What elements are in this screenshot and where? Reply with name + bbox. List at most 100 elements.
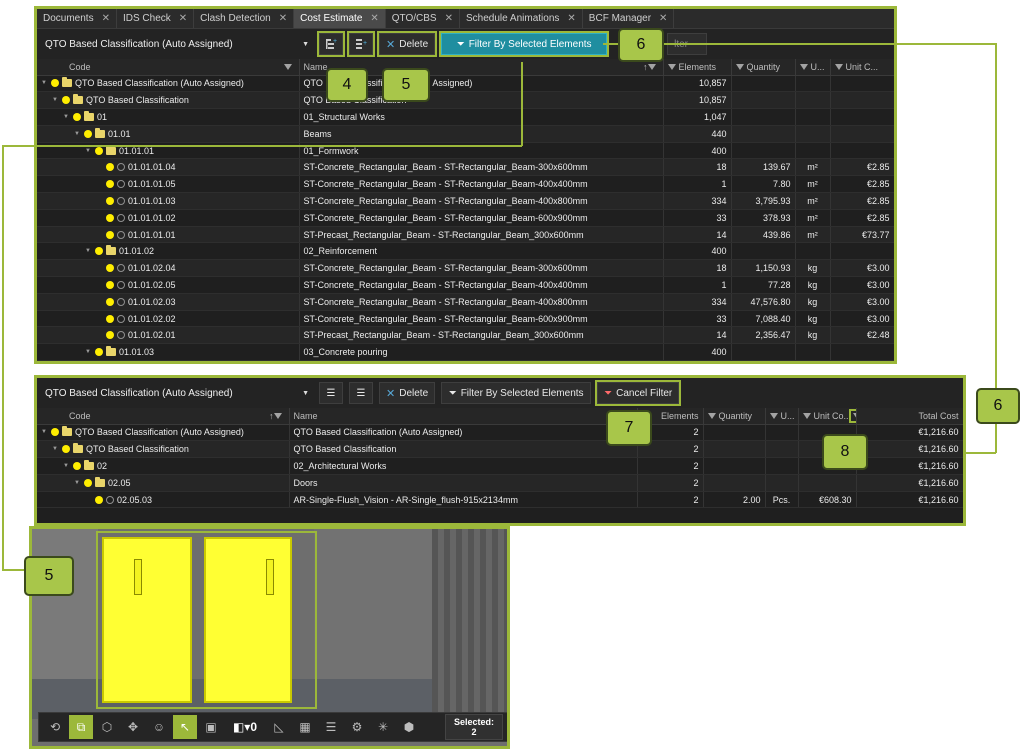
table-row[interactable]: ▼ 01.01.02 02_Reinforcement 400 xyxy=(37,242,894,261)
tab-label: Clash Detection xyxy=(200,13,271,24)
tab-cost-estimate[interactable]: Cost Estimate ✕ xyxy=(294,9,386,28)
table-row[interactable]: 01.01.02.04 ST-Concrete_Rectangular_Beam … xyxy=(37,259,894,278)
expand-chevron-icon[interactable]: ▼ xyxy=(41,429,48,435)
total-cost-filter-icon[interactable] xyxy=(849,408,855,423)
expand-chevron-icon[interactable]: ▼ xyxy=(85,349,92,355)
table-row[interactable]: 01.01.01.04 ST-Concrete_Rectangular_Beam … xyxy=(37,158,894,177)
filter-by-selected-button[interactable]: ⏷ Filter By Selected Elements xyxy=(439,31,610,57)
table-row[interactable]: 02.05.03 AR-Single-Flush_Vision - AR-Sing… xyxy=(37,491,963,509)
close-icon[interactable]: ✕ xyxy=(102,13,110,24)
orbit-icon[interactable]: ⟲ xyxy=(43,715,67,739)
add-sibling-button[interactable]: ☰ xyxy=(349,382,373,404)
column-header-unit[interactable]: U... xyxy=(795,59,831,76)
pointer-icon[interactable]: ↖ xyxy=(173,715,197,739)
visibility-dropdown[interactable]: ◧▾ 0 xyxy=(225,715,265,739)
explode-icon[interactable]: ✳ xyxy=(371,715,395,739)
expand-chevron-icon[interactable]: ▼ xyxy=(52,446,59,452)
delete-button[interactable]: ✕ Delete xyxy=(376,31,438,57)
model-icon[interactable]: ⬢ xyxy=(397,715,421,739)
table-row[interactable]: ▼ QTO Based ClassificationQTO Based Class… xyxy=(37,91,894,110)
close-icon[interactable]: ✕ xyxy=(370,13,378,24)
column-header-quantity[interactable]: Quantity xyxy=(703,408,766,425)
expand-chevron-icon[interactable]: ▼ xyxy=(74,131,81,137)
table-row[interactable]: 01.01.02.05 ST-Concrete_Rectangular_Beam … xyxy=(37,276,894,294)
section-icon[interactable]: ▣ xyxy=(199,715,223,739)
table-row[interactable]: 01.01.01.02 ST-Concrete_Rectangular_Beam … xyxy=(37,209,894,227)
add-child-button[interactable]: + xyxy=(317,31,345,57)
table-row[interactable]: 01.01.01.05 ST-Concrete_Rectangular_Beam … xyxy=(37,175,894,194)
cube-icon[interactable]: ⬡ xyxy=(95,715,119,739)
column-header-unit-cost[interactable]: Unit Co... xyxy=(798,408,857,425)
selected-door-2[interactable] xyxy=(204,537,292,703)
column-header-name[interactable]: Name xyxy=(289,408,638,425)
expand-chevron-icon[interactable]: ▼ xyxy=(63,463,70,469)
measure-icon[interactable]: ◺ xyxy=(267,715,291,739)
add-sibling-button[interactable]: + xyxy=(347,31,375,57)
table-row[interactable]: 01.01.02.03 ST-Concrete_Rectangular_Beam … xyxy=(37,293,894,311)
fit-view-icon[interactable]: ✥ xyxy=(121,715,145,739)
gear-icon[interactable]: ⚙ xyxy=(345,715,369,739)
filter-icon[interactable] xyxy=(667,64,676,71)
expand-chevron-icon[interactable]: ▼ xyxy=(52,97,59,103)
expand-chevron-icon[interactable]: ▼ xyxy=(74,480,81,486)
unit-cost-cell: €3.00 xyxy=(830,310,894,328)
column-header-unit-cost[interactable]: Unit C... xyxy=(830,59,894,76)
filter-icon[interactable] xyxy=(802,413,811,420)
table-row[interactable]: ▼ 02.05 Doors 2 €1,216.60 xyxy=(37,474,963,492)
table-row[interactable]: ▼ 01 01_Structural Works 1,047 xyxy=(37,108,894,126)
close-icon[interactable]: ✕ xyxy=(179,13,187,24)
table-row[interactable]: 01.01.01.03 ST-Concrete_Rectangular_Beam … xyxy=(37,192,894,210)
tab-documents[interactable]: Documents ✕ xyxy=(37,9,117,28)
select-tool-icon[interactable]: ⧉ xyxy=(69,715,93,739)
3d-viewport[interactable]: ⟲ ⧉ ⬡ ✥ ☺ ↖ ▣ ◧▾ 0 ◺ ▦ ☰ ⚙ ✳ ⬢ Selected: … xyxy=(29,526,510,749)
filter-icon[interactable] xyxy=(735,64,744,71)
tab-ids-check[interactable]: IDS Check ✕ xyxy=(117,9,195,28)
table-row[interactable]: ▼ 01.01 Beams 440 xyxy=(37,125,894,143)
table-row[interactable]: ▼ 01.01.03 03_Concrete pouring 400 xyxy=(37,343,894,361)
classification-dropdown[interactable]: QTO Based Classification (Auto Assigned)… xyxy=(41,34,313,54)
table-row[interactable]: 01.01.01.01 ST-Precast_Rectangular_Beam -… xyxy=(37,226,894,244)
table-row[interactable]: ▼ QTO Based Classification (Auto Assigned… xyxy=(37,75,894,93)
expand-chevron-icon[interactable]: ▼ xyxy=(63,114,70,120)
close-icon[interactable]: ✕ xyxy=(567,13,575,24)
column-header-elements[interactable]: Elements xyxy=(663,59,732,76)
filter-icon[interactable] xyxy=(834,64,843,71)
delete-label: Delete xyxy=(399,387,429,399)
column-header-total-cost[interactable]: Total Cost xyxy=(856,408,963,425)
filter-by-selected-button[interactable]: ⏷ Filter By Selected Elements xyxy=(441,382,592,404)
filter-icon[interactable] xyxy=(769,413,778,420)
close-icon[interactable]: ✕ xyxy=(659,13,667,24)
filter-icon[interactable] xyxy=(707,413,716,420)
column-header-quantity[interactable]: Quantity xyxy=(731,59,796,76)
table-row[interactable]: 01.01.02.02 ST-Concrete_Rectangular_Beam … xyxy=(37,310,894,328)
classification-dropdown[interactable]: QTO Based Classification (Auto Assigned)… xyxy=(41,383,313,403)
selected-door-1[interactable] xyxy=(102,537,192,703)
tab-bcf-manager[interactable]: BCF Manager ✕ xyxy=(583,9,675,28)
quantity-cell: 7.80 xyxy=(731,175,796,194)
add-child-button[interactable]: ☰ xyxy=(319,382,343,404)
unit-cell xyxy=(795,108,831,126)
filter-icon[interactable] xyxy=(283,63,292,70)
delete-button[interactable]: ✕ Delete xyxy=(379,382,436,404)
image-icon[interactable]: ▦ xyxy=(293,715,317,739)
column-header-code[interactable]: Code xyxy=(37,59,300,76)
folder-icon xyxy=(106,245,116,256)
close-icon[interactable]: ✕ xyxy=(445,13,453,24)
tab-clash-detection[interactable]: Clash Detection ✕ xyxy=(194,9,295,28)
sort-filter-icon[interactable]: ↑ xyxy=(643,62,659,72)
tab-qto-cbs[interactable]: QTO/CBS ✕ xyxy=(386,9,460,28)
list-icon[interactable]: ☰ xyxy=(319,715,343,739)
toolbar: QTO Based Classification (Auto Assigned)… xyxy=(37,378,963,408)
cancel-filter-button[interactable]: ⏷ Cancel Filter xyxy=(595,380,682,406)
expand-chevron-icon[interactable]: ▼ xyxy=(85,248,92,254)
tab-schedule-animations[interactable]: Schedule Animations ✕ xyxy=(460,9,583,28)
walk-icon[interactable]: ☺ xyxy=(147,715,171,739)
column-header-unit[interactable]: U... xyxy=(765,408,799,425)
table-row[interactable]: 01.01.02.01 ST-Precast_Rectangular_Beam -… xyxy=(37,326,894,345)
column-header-code[interactable]: Code ↑ xyxy=(37,408,290,425)
sort-filter-icon[interactable]: ↑ xyxy=(269,411,285,421)
expand-chevron-icon[interactable]: ▼ xyxy=(85,148,92,154)
filter-icon[interactable] xyxy=(799,64,808,71)
close-icon[interactable]: ✕ xyxy=(279,13,287,24)
expand-chevron-icon[interactable]: ▼ xyxy=(41,80,48,86)
